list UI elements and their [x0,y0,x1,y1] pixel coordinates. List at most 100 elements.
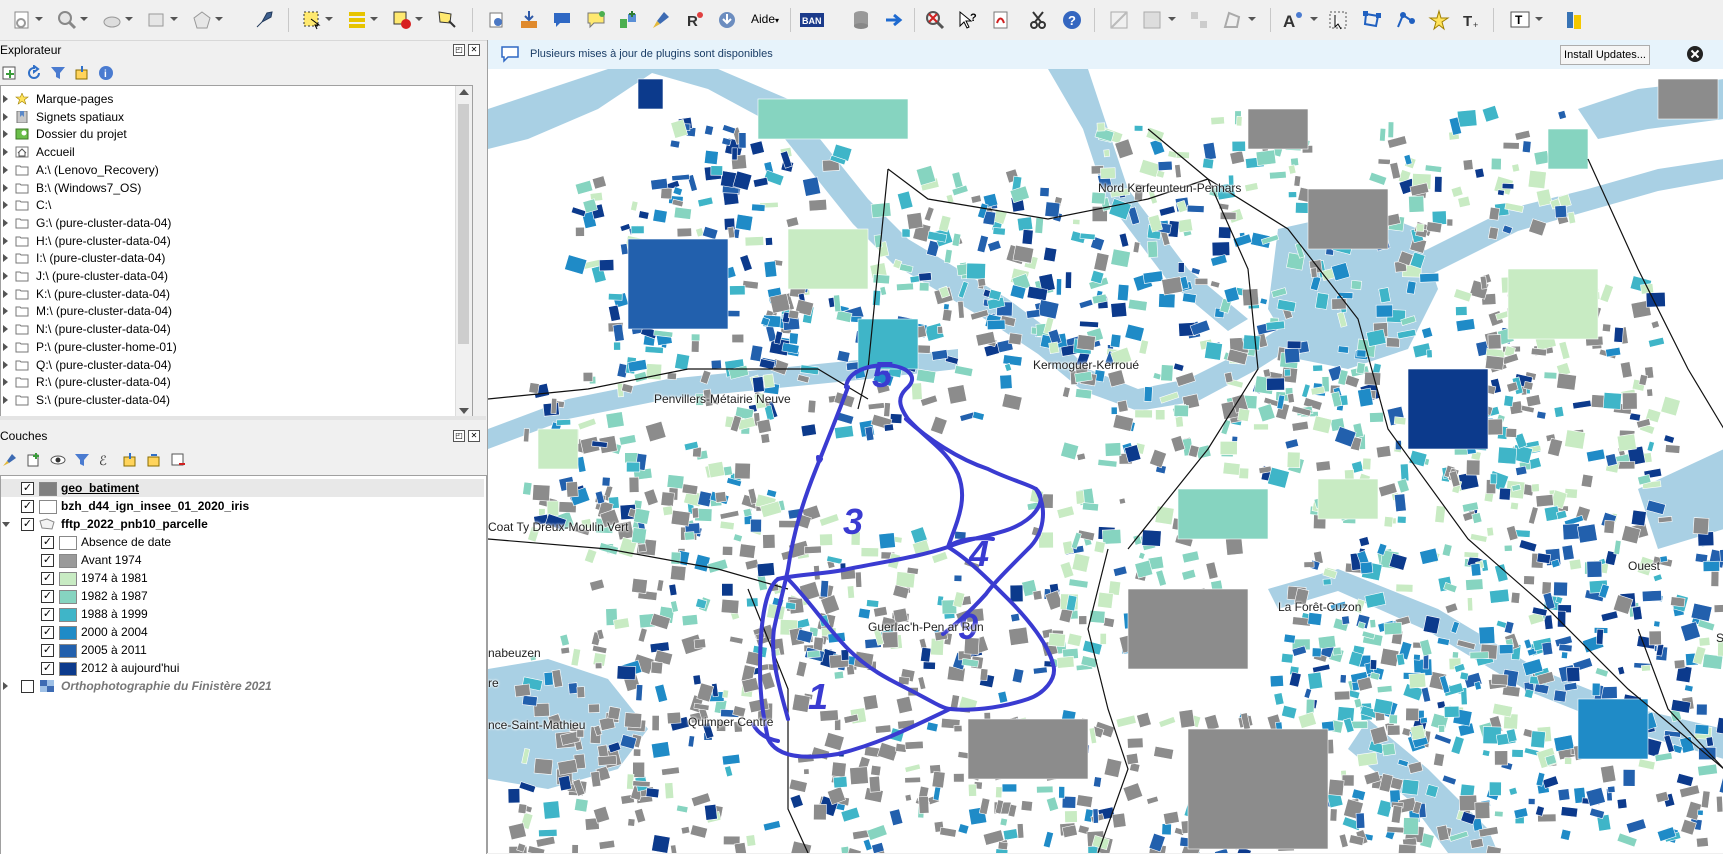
layer-visibility-checkbox[interactable]: ✓ [41,536,54,549]
expand-arrow-icon[interactable] [3,395,8,404]
legend-class-item[interactable]: ✓ 2012 à aujourd'hui [1,659,484,677]
explorer-item[interactable]: H:\ (pure-cluster-data-04) [1,232,451,250]
expand-arrow-icon[interactable] [3,112,8,121]
install-updates-button[interactable]: Install Updates... [1560,45,1650,65]
shape-icon[interactable] [190,8,214,32]
legend-class-item[interactable]: ✓ Avant 1974 [1,551,484,569]
identify-icon[interactable] [435,8,459,32]
pointer-icon[interactable] [1326,8,1350,32]
remove-layer-icon[interactable] [170,452,186,468]
expand-arrow-icon[interactable] [3,254,8,263]
expand-arrow-icon[interactable] [3,236,8,245]
raster-icon[interactable] [1140,8,1164,32]
explorer-item[interactable]: P:\ (pure-cluster-home-01) [1,338,451,356]
layer-visibility-checkbox[interactable] [21,680,34,693]
layer-add-icon[interactable] [145,8,169,32]
filter-icon[interactable] [50,65,66,81]
python-icon[interactable] [1562,8,1586,32]
legend-class-item[interactable]: ✓ 1982 à 1987 [1,587,484,605]
expand-arrow-icon[interactable] [3,95,8,103]
legend-class-item[interactable]: ✓ Absence de date [1,533,484,551]
layer-visibility-checkbox[interactable]: ✓ [41,608,54,621]
explorer-item[interactable]: N:\ (pure-cluster-data-04) [1,320,451,338]
close-panel-button[interactable]: ✕ [468,430,480,442]
text-format-icon[interactable]: T [1505,8,1535,32]
ban-icon[interactable]: BAN [799,8,825,32]
layer-item[interactable]: ✓ bzh_d44_ign_insee_01_2020_iris [1,497,484,515]
explorer-item[interactable]: R:\ (pure-cluster-data-04) [1,373,451,391]
expand-arrow-icon[interactable] [3,183,8,192]
layer-visibility-checkbox[interactable]: ✓ [41,662,54,675]
info-icon[interactable]: i [98,65,114,81]
explorer-item[interactable]: Signets spatiaux [1,108,451,126]
expand-arrow-icon[interactable] [3,325,8,334]
explorer-item[interactable]: Accueil [1,143,451,161]
float-panel-button[interactable]: ◰ [453,44,465,56]
expression-icon[interactable]: ℰ [98,452,114,468]
explorer-item[interactable]: G:\ (pure-cluster-data-04) [1,214,451,232]
attribute-table-icon[interactable] [345,8,369,32]
style-brush-icon[interactable] [2,452,18,468]
expand-arrow-icon[interactable] [3,342,8,351]
expand-arrow-icon[interactable] [3,378,8,387]
arrow-right-icon[interactable] [882,8,906,32]
explorer-item[interactable]: C:\ [1,196,451,214]
filter-icon[interactable] [74,452,90,468]
refresh-icon[interactable] [26,65,42,81]
legend-class-item[interactable]: ✓ 1988 à 1999 [1,605,484,623]
layer-item[interactable]: ✓ fftp_2022_pnb10_parcelle [1,515,484,533]
expand-arrow-icon[interactable] [3,272,8,280]
eye-icon[interactable] [50,452,66,468]
layer-visibility-checkbox[interactable]: ✓ [41,554,54,567]
layer-visibility-checkbox[interactable]: ✓ [41,644,54,657]
add-layer-icon[interactable] [485,8,509,32]
expand-arrow-icon[interactable] [2,522,10,527]
layer-visibility-checkbox[interactable]: ✓ [21,500,34,513]
polygon-tool-icon[interactable] [1220,8,1244,32]
panel-splitter[interactable] [0,416,486,420]
database-icon[interactable] [849,8,873,32]
layer-visibility-checkbox[interactable]: ✓ [21,482,34,495]
expand-arrow-icon[interactable] [3,360,8,369]
collapse-all-icon[interactable] [74,65,90,81]
chat-icon[interactable] [550,8,574,32]
explorer-item[interactable]: Dossier du projet [1,125,451,143]
explorer-item[interactable]: Marque-pages [1,90,451,108]
legend-class-item[interactable]: ✓ 2005 à 2011 [1,641,484,659]
explorer-item[interactable]: K:\ (pure-cluster-data-04) [1,285,451,303]
new-project-icon[interactable] [10,8,34,32]
vertex-icon[interactable] [1393,8,1417,32]
explorer-item[interactable]: Q:\ (pure-cluster-data-04) [1,356,451,374]
rocket-icon[interactable] [252,8,276,32]
expand-arrow-icon[interactable] [3,682,8,690]
float-panel-button[interactable]: ◰ [453,430,465,442]
cloud-icon[interactable] [100,8,124,32]
explorer-item[interactable]: S:\ (pure-cluster-data-04) [1,391,451,409]
explorer-item[interactable]: A:\ (Lenovo_Recovery) [1,161,451,179]
help-icon[interactable]: ? [1060,8,1084,32]
legend-class-item[interactable]: ✓ 1974 à 1981 [1,569,484,587]
layer-item[interactable]: Orthophotographie du Finistère 2021 [1,677,484,695]
expand-arrow-icon[interactable] [3,165,8,174]
r-icon[interactable]: R [682,8,706,32]
expand-arrow-icon[interactable] [3,130,8,139]
scissors-icon[interactable] [1027,8,1051,32]
layer-visibility-checkbox[interactable]: ✓ [21,518,34,531]
explorer-scrollbar[interactable] [455,86,472,417]
pdf-icon[interactable] [989,8,1013,32]
aide-menu[interactable]: Aide▾ [751,12,779,26]
legend-class-item[interactable]: ✓ 2000 à 2004 [1,623,484,641]
select-features-icon[interactable] [300,8,324,32]
add-group-icon[interactable] [26,452,42,468]
label-icon[interactable]: A [1281,8,1305,32]
explorer-item[interactable]: B:\ (Windows7_OS) [1,179,451,197]
merge-icon[interactable] [1187,8,1211,32]
collapse-all-icon[interactable] [146,452,162,468]
layer-item[interactable]: ✓ geo_batiment [1,479,484,497]
expand-arrow-icon[interactable] [3,289,8,298]
close-panel-button[interactable]: ✕ [468,44,480,56]
explorer-item[interactable]: I:\ (pure-cluster-data-04) [1,249,451,267]
star-icon[interactable] [1427,8,1451,32]
close-icon[interactable] [1686,45,1704,63]
expand-arrow-icon[interactable] [3,148,8,157]
